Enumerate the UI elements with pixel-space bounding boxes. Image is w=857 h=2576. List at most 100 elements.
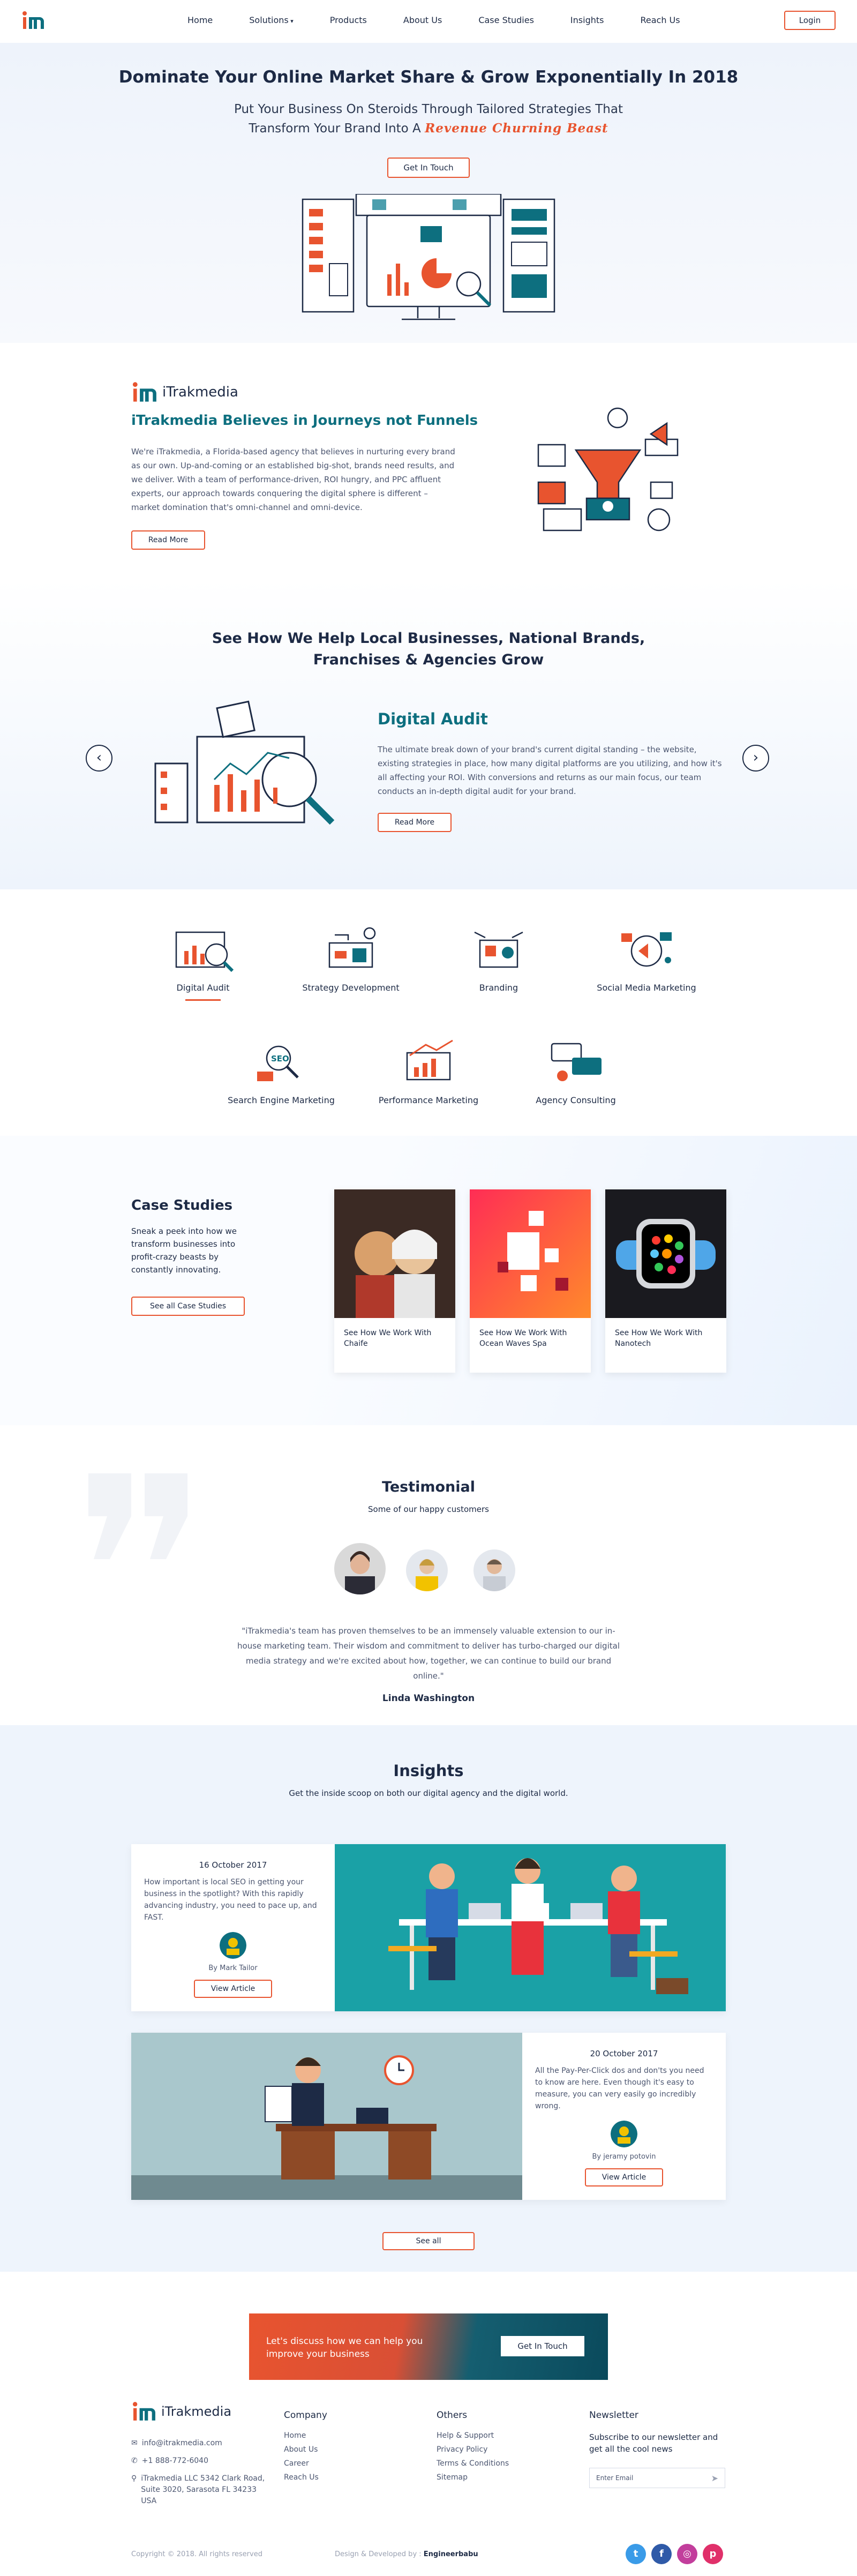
- nanotech-case-image: [605, 1189, 726, 1318]
- nav-case-studies[interactable]: Case Studies: [478, 15, 534, 25]
- testimonial-quote: "iTrakmedia's team has proven themselves…: [237, 1626, 620, 1681]
- cta-banner: Let's discuss how we can help you improv…: [249, 2313, 608, 2380]
- hero-subtitle: Put Your Business On Steroids Through Ta…: [0, 100, 857, 138]
- credit-name[interactable]: Engineerbabu: [424, 2550, 478, 2558]
- send-icon[interactable]: ➤: [711, 2473, 718, 2483]
- footer-link-sitemap[interactable]: Sitemap: [437, 2473, 509, 2482]
- footer-phone-row[interactable]: ✆ +1 888-772-6040: [131, 2455, 270, 2467]
- digital-audit-illustration: [154, 700, 335, 825]
- slider-prev-arrow[interactable]: ‹: [86, 745, 112, 772]
- footer-link-about-us[interactable]: About Us: [284, 2445, 327, 2454]
- nav-home[interactable]: Home: [187, 15, 213, 25]
- nav-reach-us[interactable]: Reach Us: [640, 15, 680, 25]
- insight-excerpt: All the Pay-Per-Click dos and don'ts you…: [535, 2066, 704, 2110]
- case-study-caption: See How We Work With Nanotech: [615, 1329, 703, 1348]
- insight-post-text: 20 October 2017 All the Pay-Per-Click do…: [522, 2049, 726, 2186]
- pinterest-icon[interactable]: p: [703, 2544, 723, 2564]
- service-tab-strategy-development[interactable]: Strategy Development: [284, 922, 418, 993]
- nav-insights[interactable]: Insights: [570, 15, 604, 25]
- credit-prefix: Design & Developed by :: [335, 2550, 422, 2558]
- active-service-body: The ultimate break down of your brand's …: [378, 745, 722, 796]
- footer-email-row[interactable]: ✉ info@itrakmedia.com: [131, 2438, 270, 2449]
- hero-subtitle-highlight: Revenue Churning Beast: [425, 121, 608, 136]
- about-read-more-button[interactable]: Read More: [131, 530, 205, 550]
- facebook-icon[interactable]: f: [651, 2544, 672, 2564]
- itrakmedia-logo[interactable]: [21, 10, 46, 31]
- service-tab-social-media-marketing[interactable]: Social Media Marketing: [580, 922, 713, 993]
- svg-text:SEO: SEO: [271, 1054, 289, 1064]
- insight-excerpt: How important is local SEO in getting yo…: [144, 1878, 317, 1922]
- branding-icon: [474, 931, 523, 968]
- footer-address: iTrakmedia LLC 5342 Clark Road, Suite 30…: [141, 2474, 265, 2505]
- service-label: Performance Marketing: [378, 1095, 479, 1105]
- footer-link-help-support[interactable]: Help & Support: [437, 2431, 509, 2440]
- case-study-caption: See How We Work With Ocean Waves Spa: [479, 1329, 567, 1348]
- service-tab-digital-audit[interactable]: Digital Audit: [136, 922, 270, 1001]
- marketing-funnel-illustration: [537, 407, 679, 531]
- footer-link-career[interactable]: Career: [284, 2459, 327, 2468]
- nav-products[interactable]: Products: [330, 15, 367, 25]
- insight-post-1: 16 October 2017 How important is local S…: [131, 1844, 726, 2011]
- testimonial-avatar[interactable]: [473, 1549, 515, 1591]
- testimonial-avatar[interactable]: [406, 1549, 448, 1591]
- cta-get-in-touch-button[interactable]: Get In Touch: [501, 2336, 584, 2356]
- about-heading: iTrakmedia Believes in Journeys not Funn…: [131, 413, 478, 429]
- case-studies-heading: Case Studies: [131, 1197, 233, 1214]
- footer-brand: iTrakmedia: [131, 2400, 231, 2423]
- itrakmedia-logo-mark[interactable]: [131, 2400, 158, 2423]
- testimonial-sub: Some of our happy customers: [368, 1504, 489, 1514]
- footer-link-privacy-policy[interactable]: Privacy Policy: [437, 2445, 509, 2454]
- hero-get-in-touch-button[interactable]: Get In Touch: [387, 158, 470, 178]
- newsletter-email-input[interactable]: Enter Email ➤: [589, 2468, 725, 2488]
- about-section: iTrakmedia iTrakmedia Believes in Journe…: [0, 343, 857, 579]
- view-article-button[interactable]: View Article: [194, 1980, 272, 1998]
- see-all-insights-button[interactable]: See all: [382, 2232, 475, 2250]
- service-tab-performance-marketing[interactable]: Performance Marketing: [362, 1034, 495, 1105]
- service-tab-agency-consulting[interactable]: Agency Consulting: [509, 1034, 643, 1105]
- footer-copyright: Copyright © 2018. All rights reserved: [131, 2550, 262, 2558]
- view-article-button[interactable]: View Article: [585, 2168, 663, 2186]
- see-all-case-studies-button[interactable]: See all Case Studies: [131, 1297, 245, 1316]
- case-study-card-ocean-waves-spa[interactable]: See How We Work With Ocean Waves Spa: [470, 1189, 591, 1373]
- footer: Let's discuss how we can help you improv…: [0, 2272, 857, 2576]
- slider-next-arrow[interactable]: ›: [742, 745, 769, 772]
- footer-link-reach-us[interactable]: Reach Us: [284, 2473, 327, 2482]
- insights-section: Insights Get the inside scoop on both ou…: [0, 1725, 857, 2272]
- author-avatar-icon: [220, 1932, 246, 1959]
- login-button[interactable]: Login: [784, 11, 836, 30]
- case-study-card-nanotech[interactable]: See How We Work With Nanotech: [605, 1189, 726, 1373]
- testimonial-section: Testimonial Some of our happy customers …: [0, 1425, 857, 1725]
- twitter-icon[interactable]: t: [626, 2544, 646, 2564]
- footer-address-row: ⚲ iTrakmedia LLC 5342 Clark Road, Suite 3…: [131, 2473, 270, 2507]
- service-label: Digital Audit: [136, 983, 270, 1001]
- services-read-more-button[interactable]: Read More: [378, 813, 452, 832]
- footer-link-terms-conditions[interactable]: Terms & Conditions: [437, 2459, 509, 2468]
- nav-menu: Home Solutions Products About Us Case St…: [187, 15, 717, 25]
- case-study-card-chaife[interactable]: See How We Work With Chaife: [334, 1189, 455, 1373]
- footer-newsletter-column: Newsletter Subscribe to our newsletter a…: [589, 2410, 728, 2488]
- instagram-icon[interactable]: ◎: [677, 2544, 697, 2564]
- performance-marketing-icon: [406, 1039, 453, 1081]
- service-tab-search-engine-marketing[interactable]: SEO Search Engine Marketing: [214, 1034, 348, 1105]
- about-brand-name: iTrakmedia: [162, 384, 238, 400]
- active-service-title: Digital Audit: [378, 710, 488, 728]
- service-label: Strategy Development: [302, 983, 400, 993]
- service-label: Search Engine Marketing: [228, 1095, 335, 1105]
- testimonial-avatar-active[interactable]: [334, 1543, 386, 1594]
- hero-subtitle-line1: Put Your Business On Steroids Through Ta…: [234, 102, 623, 116]
- testimonial-author: Linda Washington: [382, 1693, 475, 1704]
- service-tab-branding[interactable]: Branding: [432, 922, 566, 993]
- location-pin-icon: ⚲: [131, 2474, 137, 2483]
- footer-email: info@itrakmedia.com: [141, 2439, 222, 2447]
- service-label: Agency Consulting: [536, 1095, 616, 1105]
- case-study-caption: See How We Work With Chaife: [344, 1329, 432, 1348]
- top-navigation: Home Solutions Products About Us Case St…: [0, 0, 857, 43]
- mail-icon: ✉: [131, 2439, 138, 2447]
- nav-about-us[interactable]: About Us: [403, 15, 442, 25]
- footer-link-home[interactable]: Home: [284, 2431, 327, 2440]
- insights-sub: Get the inside scoop on both our digital…: [289, 1788, 568, 1798]
- hero-subtitle-line2-wrap: Transform Your Brand Into A Revenue Chur…: [0, 119, 857, 138]
- nav-solutions[interactable]: Solutions: [249, 15, 294, 25]
- newsletter-email-placeholder: Enter Email: [596, 2474, 634, 2482]
- footer-company-heading: Company: [284, 2410, 327, 2421]
